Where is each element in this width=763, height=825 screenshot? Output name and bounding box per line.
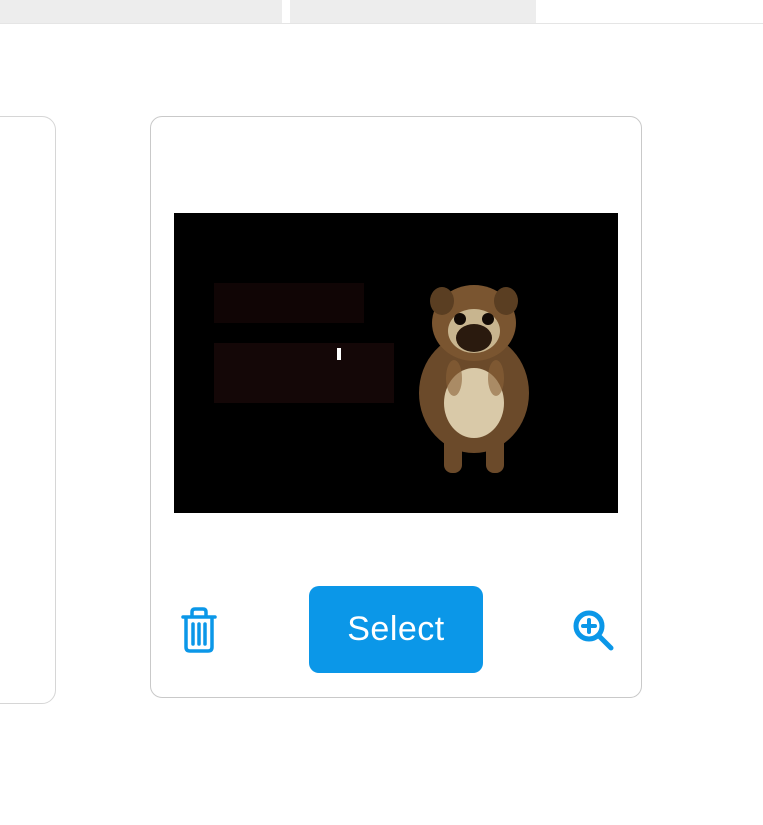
media-card-previous[interactable] xyxy=(0,116,56,704)
trash-icon xyxy=(179,607,219,653)
media-thumbnail[interactable] xyxy=(174,213,618,513)
tab-bar xyxy=(0,0,763,24)
zoom-button[interactable] xyxy=(571,608,615,652)
card-actions: Select xyxy=(175,586,617,673)
select-button[interactable]: Select xyxy=(309,586,483,673)
zoom-in-icon xyxy=(571,608,615,652)
tab-1[interactable] xyxy=(0,0,282,23)
tab-2[interactable] xyxy=(290,0,536,23)
delete-button[interactable] xyxy=(177,608,221,652)
media-card: Select xyxy=(150,116,642,698)
content-area: Select xyxy=(0,24,763,825)
